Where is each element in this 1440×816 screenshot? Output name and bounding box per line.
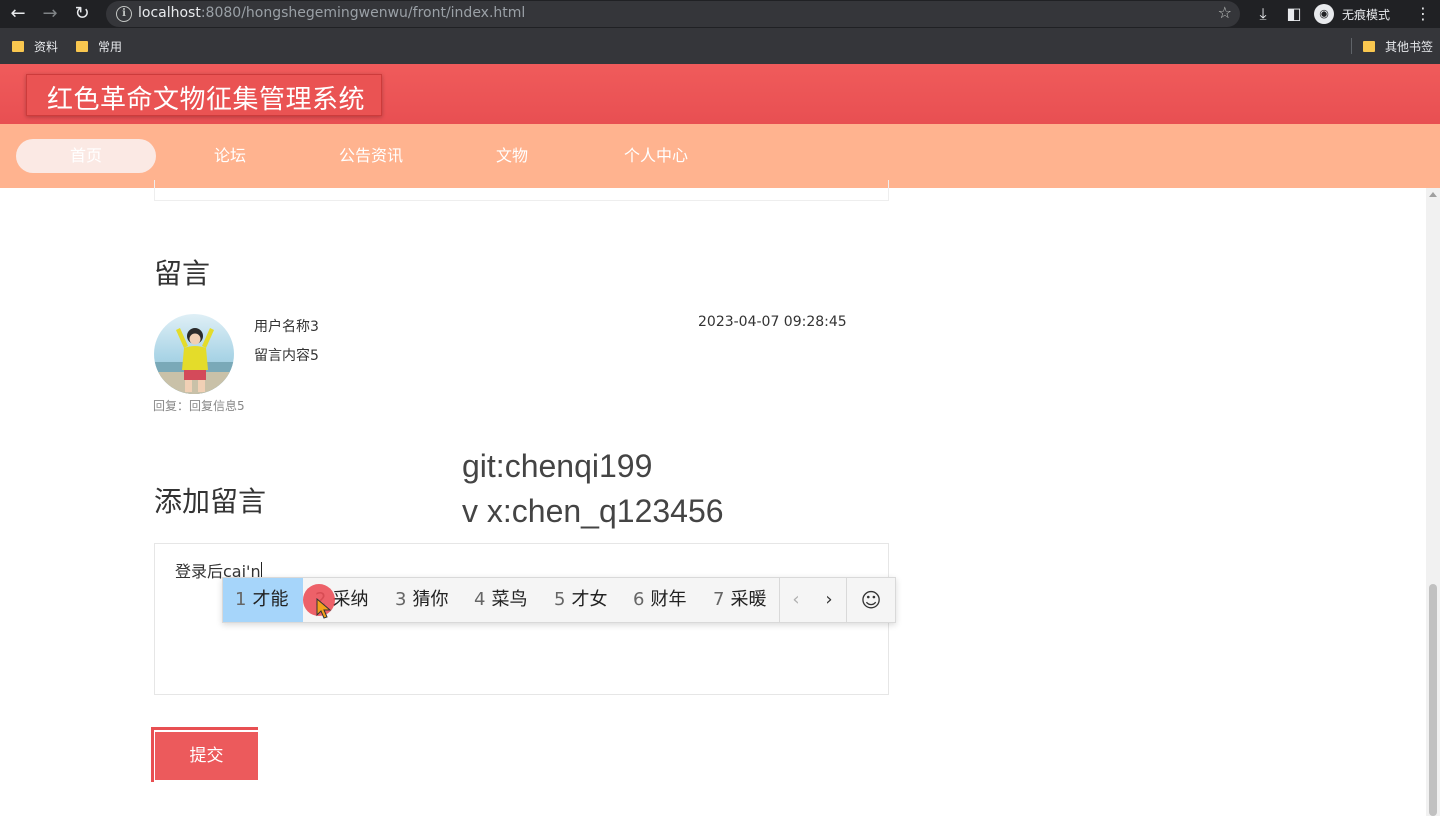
mouse-cursor-icon: [316, 598, 332, 619]
site-title-box: 红色革命文物征集管理系统: [26, 74, 382, 116]
ime-emoji-icon[interactable]: ☺: [846, 578, 895, 622]
browser-toolbar: ← → ↻ i localhost:8080/hongshegemingwenw…: [0, 0, 1440, 28]
folder-icon: [76, 41, 88, 52]
previous-section-box: [154, 180, 889, 201]
nav-forum[interactable]: 论坛: [180, 139, 280, 173]
bookmark-folder-1[interactable]: 常用: [76, 38, 122, 55]
reload-icon[interactable]: ↻: [70, 2, 94, 26]
bookmark-label: 其他书签: [1385, 40, 1434, 54]
scroll-thumb[interactable]: [1429, 584, 1437, 816]
address-bar[interactable]: i localhost:8080/hongshegemingwenwu/fron…: [106, 1, 1240, 27]
bookmark-separator: [1351, 38, 1352, 54]
comment-time: 2023-04-07 09:28:45: [698, 314, 847, 330]
ime-candidate-3[interactable]: 3 猜你: [383, 578, 460, 622]
nav-news[interactable]: 公告资讯: [320, 139, 422, 173]
forward-icon[interactable]: →: [38, 2, 62, 26]
comments-title: 留言: [154, 257, 211, 290]
bookmark-label: 常用: [98, 40, 123, 54]
bookmarks-bar: 资料 常用 其他书签: [0, 28, 1440, 64]
add-comment-title: 添加留言: [154, 485, 267, 518]
comment-reply: 回复：回复信息5: [153, 399, 245, 413]
ime-candidate-6[interactable]: 6 财年: [621, 578, 698, 622]
comment-content: 留言内容5: [254, 348, 319, 364]
incognito-icon: ◉: [1314, 4, 1334, 24]
nav-personal-center[interactable]: 个人中心: [606, 139, 706, 173]
ime-candidate-1[interactable]: 1 才能: [223, 578, 303, 622]
watermark-line-1: git:chenqi199: [462, 448, 653, 484]
ime-next-page-icon[interactable]: ›: [813, 578, 845, 622]
url-text[interactable]: localhost:8080/hongshegemingwenwu/front/…: [138, 5, 525, 21]
other-bookmarks[interactable]: 其他书签: [1363, 38, 1433, 55]
incognito-label: 无痕模式: [1342, 7, 1391, 22]
folder-icon: [12, 41, 24, 52]
star-icon[interactable]: ☆: [1218, 3, 1232, 22]
submit-button[interactable]: 提交: [155, 732, 258, 780]
incognito-indicator[interactable]: ◉ 无痕模式: [1314, 2, 1390, 26]
folder-icon: [1363, 41, 1375, 52]
site-title: 红色革命文物征集管理系统: [47, 85, 366, 115]
ime-candidate-5[interactable]: 5 才女: [542, 578, 619, 622]
ime-prev-page-icon[interactable]: ‹: [779, 578, 812, 622]
nav-home[interactable]: 首页: [16, 139, 156, 173]
comment-username: 用户名称3: [254, 319, 319, 335]
site-nav: 首页 论坛 公告资讯 文物 个人中心: [0, 124, 1440, 188]
bookmark-label: 资料: [34, 40, 59, 54]
sidepanel-icon[interactable]: ◧: [1283, 2, 1305, 26]
avatar: [154, 314, 234, 394]
bookmark-folder-0[interactable]: 资料: [12, 38, 58, 55]
site-header: 红色革命文物征集管理系统: [0, 64, 1440, 124]
back-icon[interactable]: ←: [6, 2, 30, 26]
info-icon[interactable]: i: [116, 6, 132, 22]
ime-candidate-4[interactable]: 4 菜鸟: [462, 578, 539, 622]
nav-relics[interactable]: 文物: [462, 139, 562, 173]
page-scrollbar[interactable]: [1426, 188, 1440, 816]
menu-icon[interactable]: ⋮: [1412, 2, 1434, 26]
scroll-up-icon[interactable]: [1429, 192, 1437, 197]
download-icon[interactable]: ⤓: [1252, 2, 1274, 26]
watermark-line-2: v x:chen_q123456: [462, 493, 724, 529]
avatar-photo: [154, 328, 234, 394]
ime-candidate-7[interactable]: 7 采暖: [701, 578, 778, 622]
